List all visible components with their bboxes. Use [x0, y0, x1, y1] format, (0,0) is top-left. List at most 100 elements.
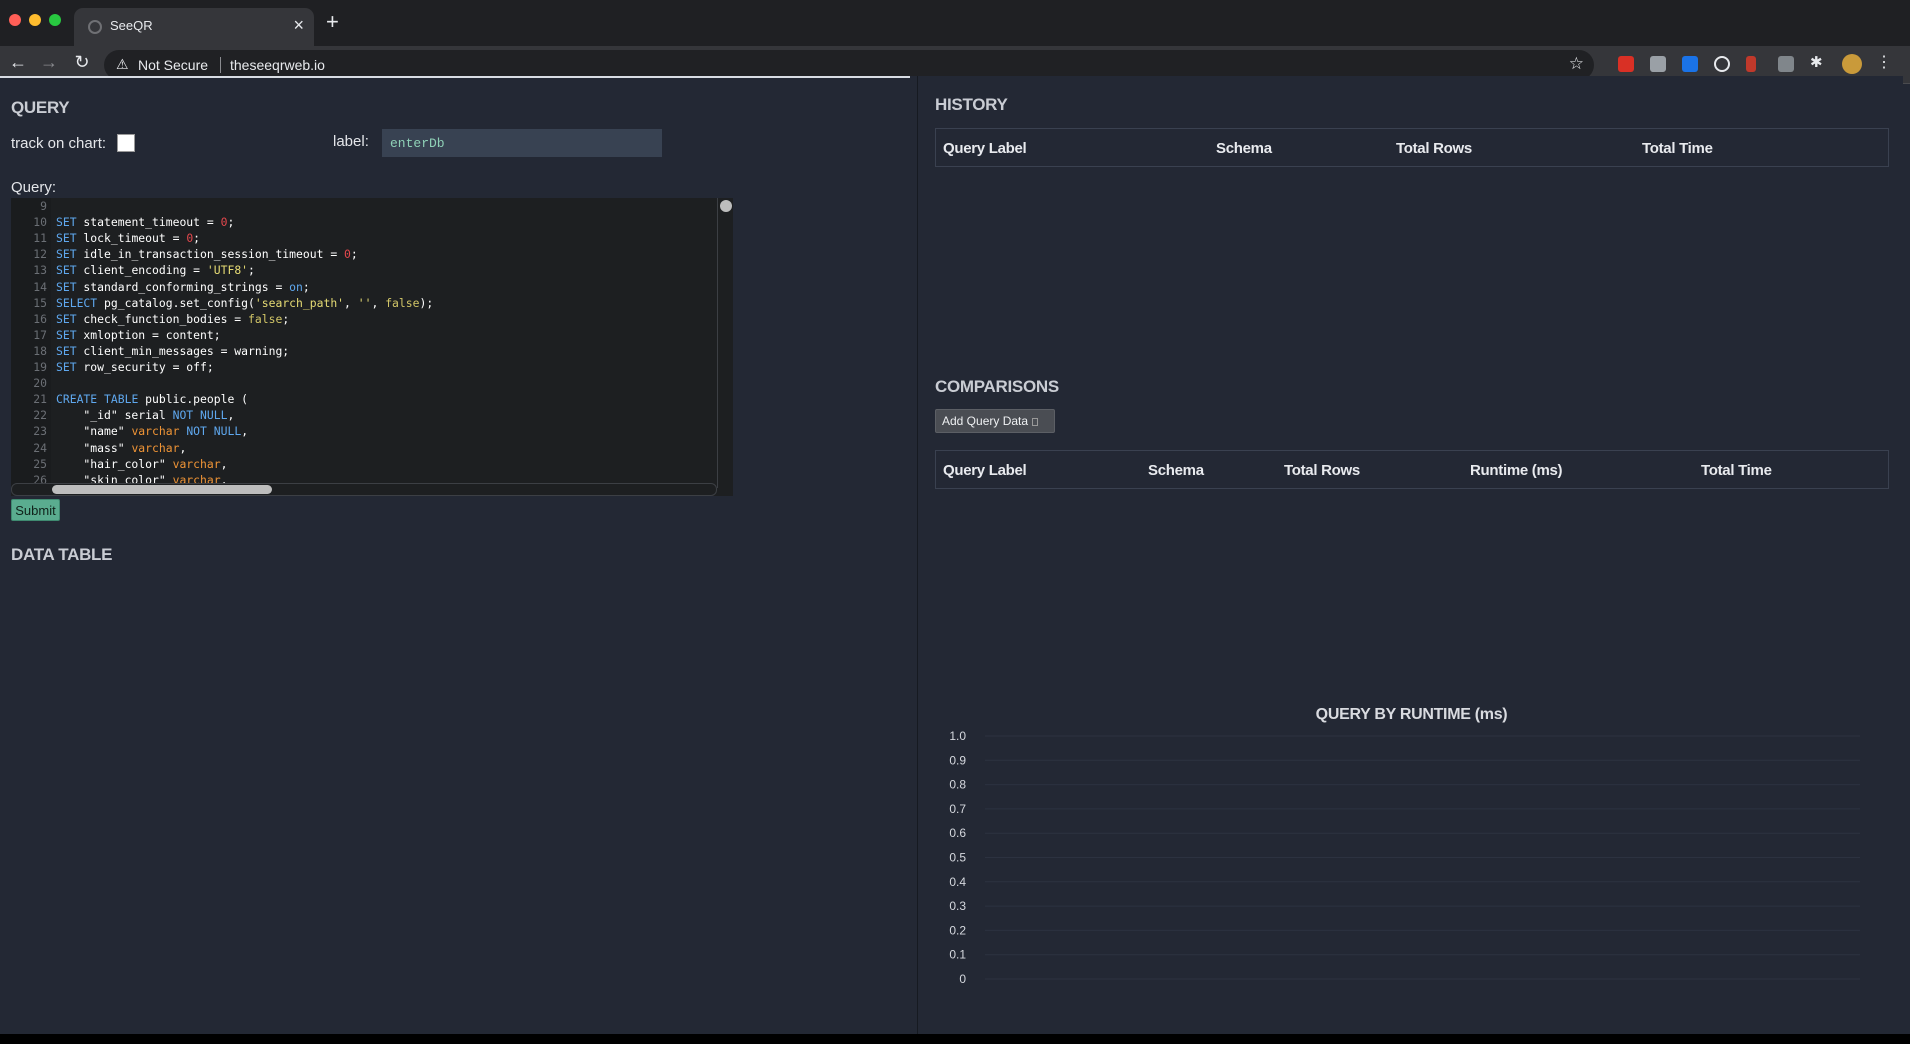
runtime-chart: 1.0 0.9 0.8 0.7 0.6 0.5 0.4 0.3 0.2 0.1 0: [949, 729, 1860, 986]
not-secure-label: Not Secure: [138, 57, 209, 73]
app-page: QUERY track on chart: label: Query: 9 10 S…: [0, 76, 1903, 1034]
y-tick-label: 0.4: [949, 875, 966, 889]
tab-title: SeeQR: [110, 18, 153, 33]
y-tick-label: 0.3: [949, 899, 966, 913]
comparisons-col-schema: Schema: [1148, 462, 1204, 479]
code-text: SET xmloption = content;: [56, 327, 221, 342]
line-number: 18: [33, 343, 47, 358]
panel-divider: [0, 76, 910, 78]
tab-strip: SeeQR × +: [0, 0, 1910, 46]
pen-extension-icon[interactable]: [1746, 56, 1756, 72]
y-tick-label: 1.0: [949, 729, 966, 743]
bookmark-star-icon[interactable]: ☆: [1569, 54, 1584, 74]
maximize-window-button[interactable]: [49, 14, 61, 26]
query-panel: QUERY track on chart: label: Query: 9 10 S…: [0, 76, 918, 1034]
line-number: 24: [33, 440, 47, 455]
history-table-header: Query Label Schema Total Rows Total Time: [935, 128, 1889, 167]
line-number: 21: [33, 392, 47, 407]
history-heading: HISTORY: [935, 95, 1008, 114]
line-number: 19: [33, 360, 47, 374]
code-text: SET client_min_messages = warning;: [56, 343, 290, 358]
track-on-chart-checkbox[interactable]: [117, 134, 135, 152]
y-tick-label: 0.7: [949, 802, 966, 816]
close-tab-icon[interactable]: ×: [293, 15, 304, 36]
label-field-label: label:: [333, 133, 369, 150]
line-number: 17: [33, 327, 47, 342]
browser-tab[interactable]: SeeQR ×: [74, 8, 314, 46]
line-number: 23: [33, 424, 47, 439]
close-window-button[interactable]: [9, 14, 21, 26]
code-text: "hair_color" varchar,: [56, 456, 228, 471]
line-number: 16: [33, 311, 47, 326]
y-tick-label: 0.6: [949, 826, 966, 840]
back-arrow-icon[interactable]: ←: [6, 52, 30, 73]
comparisons-heading: COMPARISONS: [935, 377, 1059, 396]
warning-icon: ⚠: [116, 56, 129, 72]
line-number: 10: [33, 215, 47, 230]
line-number: 12: [33, 247, 47, 262]
code-text: "_id" serial NOT NULL,: [56, 408, 235, 423]
comparisons-col-total-rows: Total Rows: [1284, 462, 1360, 479]
code-text: "mass" varchar,: [56, 440, 187, 455]
y-tick-label: 0.5: [949, 851, 966, 865]
code-text: SET idle_in_transaction_session_timeout …: [56, 247, 358, 262]
track-on-chart-label: track on chart:: [11, 135, 107, 152]
vertical-scrollbar[interactable]: [717, 198, 733, 488]
horizontal-scrollbar[interactable]: [11, 483, 717, 496]
comparisons-col-runtime: Runtime (ms): [1470, 462, 1563, 479]
line-number: 20: [33, 376, 47, 391]
add-query-data-label: Add Query Data: [942, 414, 1029, 428]
line-number: 13: [33, 263, 47, 278]
history-col-schema: Schema: [1216, 140, 1272, 157]
data-table-heading: DATA TABLE: [11, 545, 113, 564]
history-col-total-time: Total Time: [1642, 140, 1713, 157]
comparisons-col-total-time: Total Time: [1701, 462, 1772, 479]
query-heading: QUERY: [11, 98, 70, 117]
vertical-scroll-thumb[interactable]: [720, 200, 732, 212]
comparisons-table-header: Query Label Schema Total Rows Runtime (m…: [935, 450, 1889, 489]
extension-red-icon[interactable]: [1618, 56, 1634, 72]
forward-arrow-icon[interactable]: →: [37, 52, 61, 73]
code-text: CREATE TABLE public.people (: [56, 392, 249, 407]
history-col-total-rows: Total Rows: [1396, 140, 1472, 157]
extension-blue-icon[interactable]: [1682, 56, 1698, 72]
horizontal-scroll-thumb[interactable]: [52, 485, 272, 494]
submit-button[interactable]: Submit: [11, 499, 60, 521]
y-tick-label: 0: [959, 972, 966, 986]
menu-kebab-icon[interactable]: ⋮: [1876, 52, 1892, 71]
line-number: 25: [33, 456, 47, 471]
add-query-data-button[interactable]: Add Query Data: [935, 409, 1055, 433]
target-extension-icon[interactable]: [1714, 56, 1730, 72]
new-tab-icon[interactable]: +: [326, 9, 339, 35]
code-text: SET lock_timeout = 0;: [56, 231, 201, 246]
line-number: 9: [40, 199, 47, 213]
y-tick-label: 0.9: [949, 753, 966, 767]
comparisons-col-query-label: Query Label: [943, 462, 1027, 479]
label-input[interactable]: [382, 129, 662, 157]
dropdown-box-icon: [1032, 418, 1039, 426]
code-text: SET standard_conforming_strings = on;: [56, 279, 310, 294]
code-text: SET check_function_bodies = false;: [56, 311, 290, 326]
y-tick-label: 0.2: [949, 923, 966, 937]
code-text: SET row_security = off;: [56, 360, 214, 374]
extension-gray-icon[interactable]: [1650, 56, 1666, 72]
extension-k-icon[interactable]: [1778, 56, 1794, 72]
y-tick-label: 0.8: [949, 778, 966, 792]
line-number: 15: [33, 295, 47, 310]
browser-window: SeeQR × + ← → ↻ ⚠ Not Secure theseeqrweb…: [0, 0, 1910, 1034]
globe-icon: [88, 20, 102, 34]
puzzle-extensions-icon[interactable]: ✱: [1810, 53, 1826, 71]
reload-icon[interactable]: ↻: [70, 52, 94, 73]
line-number: 22: [33, 408, 47, 423]
url-text: theseeqrweb.io: [230, 57, 325, 73]
profile-avatar[interactable]: [1842, 54, 1862, 74]
address-divider: [220, 57, 221, 73]
minimize-window-button[interactable]: [29, 14, 41, 26]
query-editor[interactable]: 9 10 SET statement_timeout = 0; 11 SET lock_…: [11, 198, 733, 496]
query-label: Query:: [11, 179, 57, 196]
code-text: SET statement_timeout = 0;: [56, 215, 235, 230]
line-number: 14: [33, 279, 47, 294]
history-col-query-label: Query Label: [943, 140, 1027, 157]
code-text: SET client_encoding = 'UTF8';: [56, 263, 255, 278]
chart-title: QUERY BY RUNTIME (ms): [1315, 706, 1508, 723]
